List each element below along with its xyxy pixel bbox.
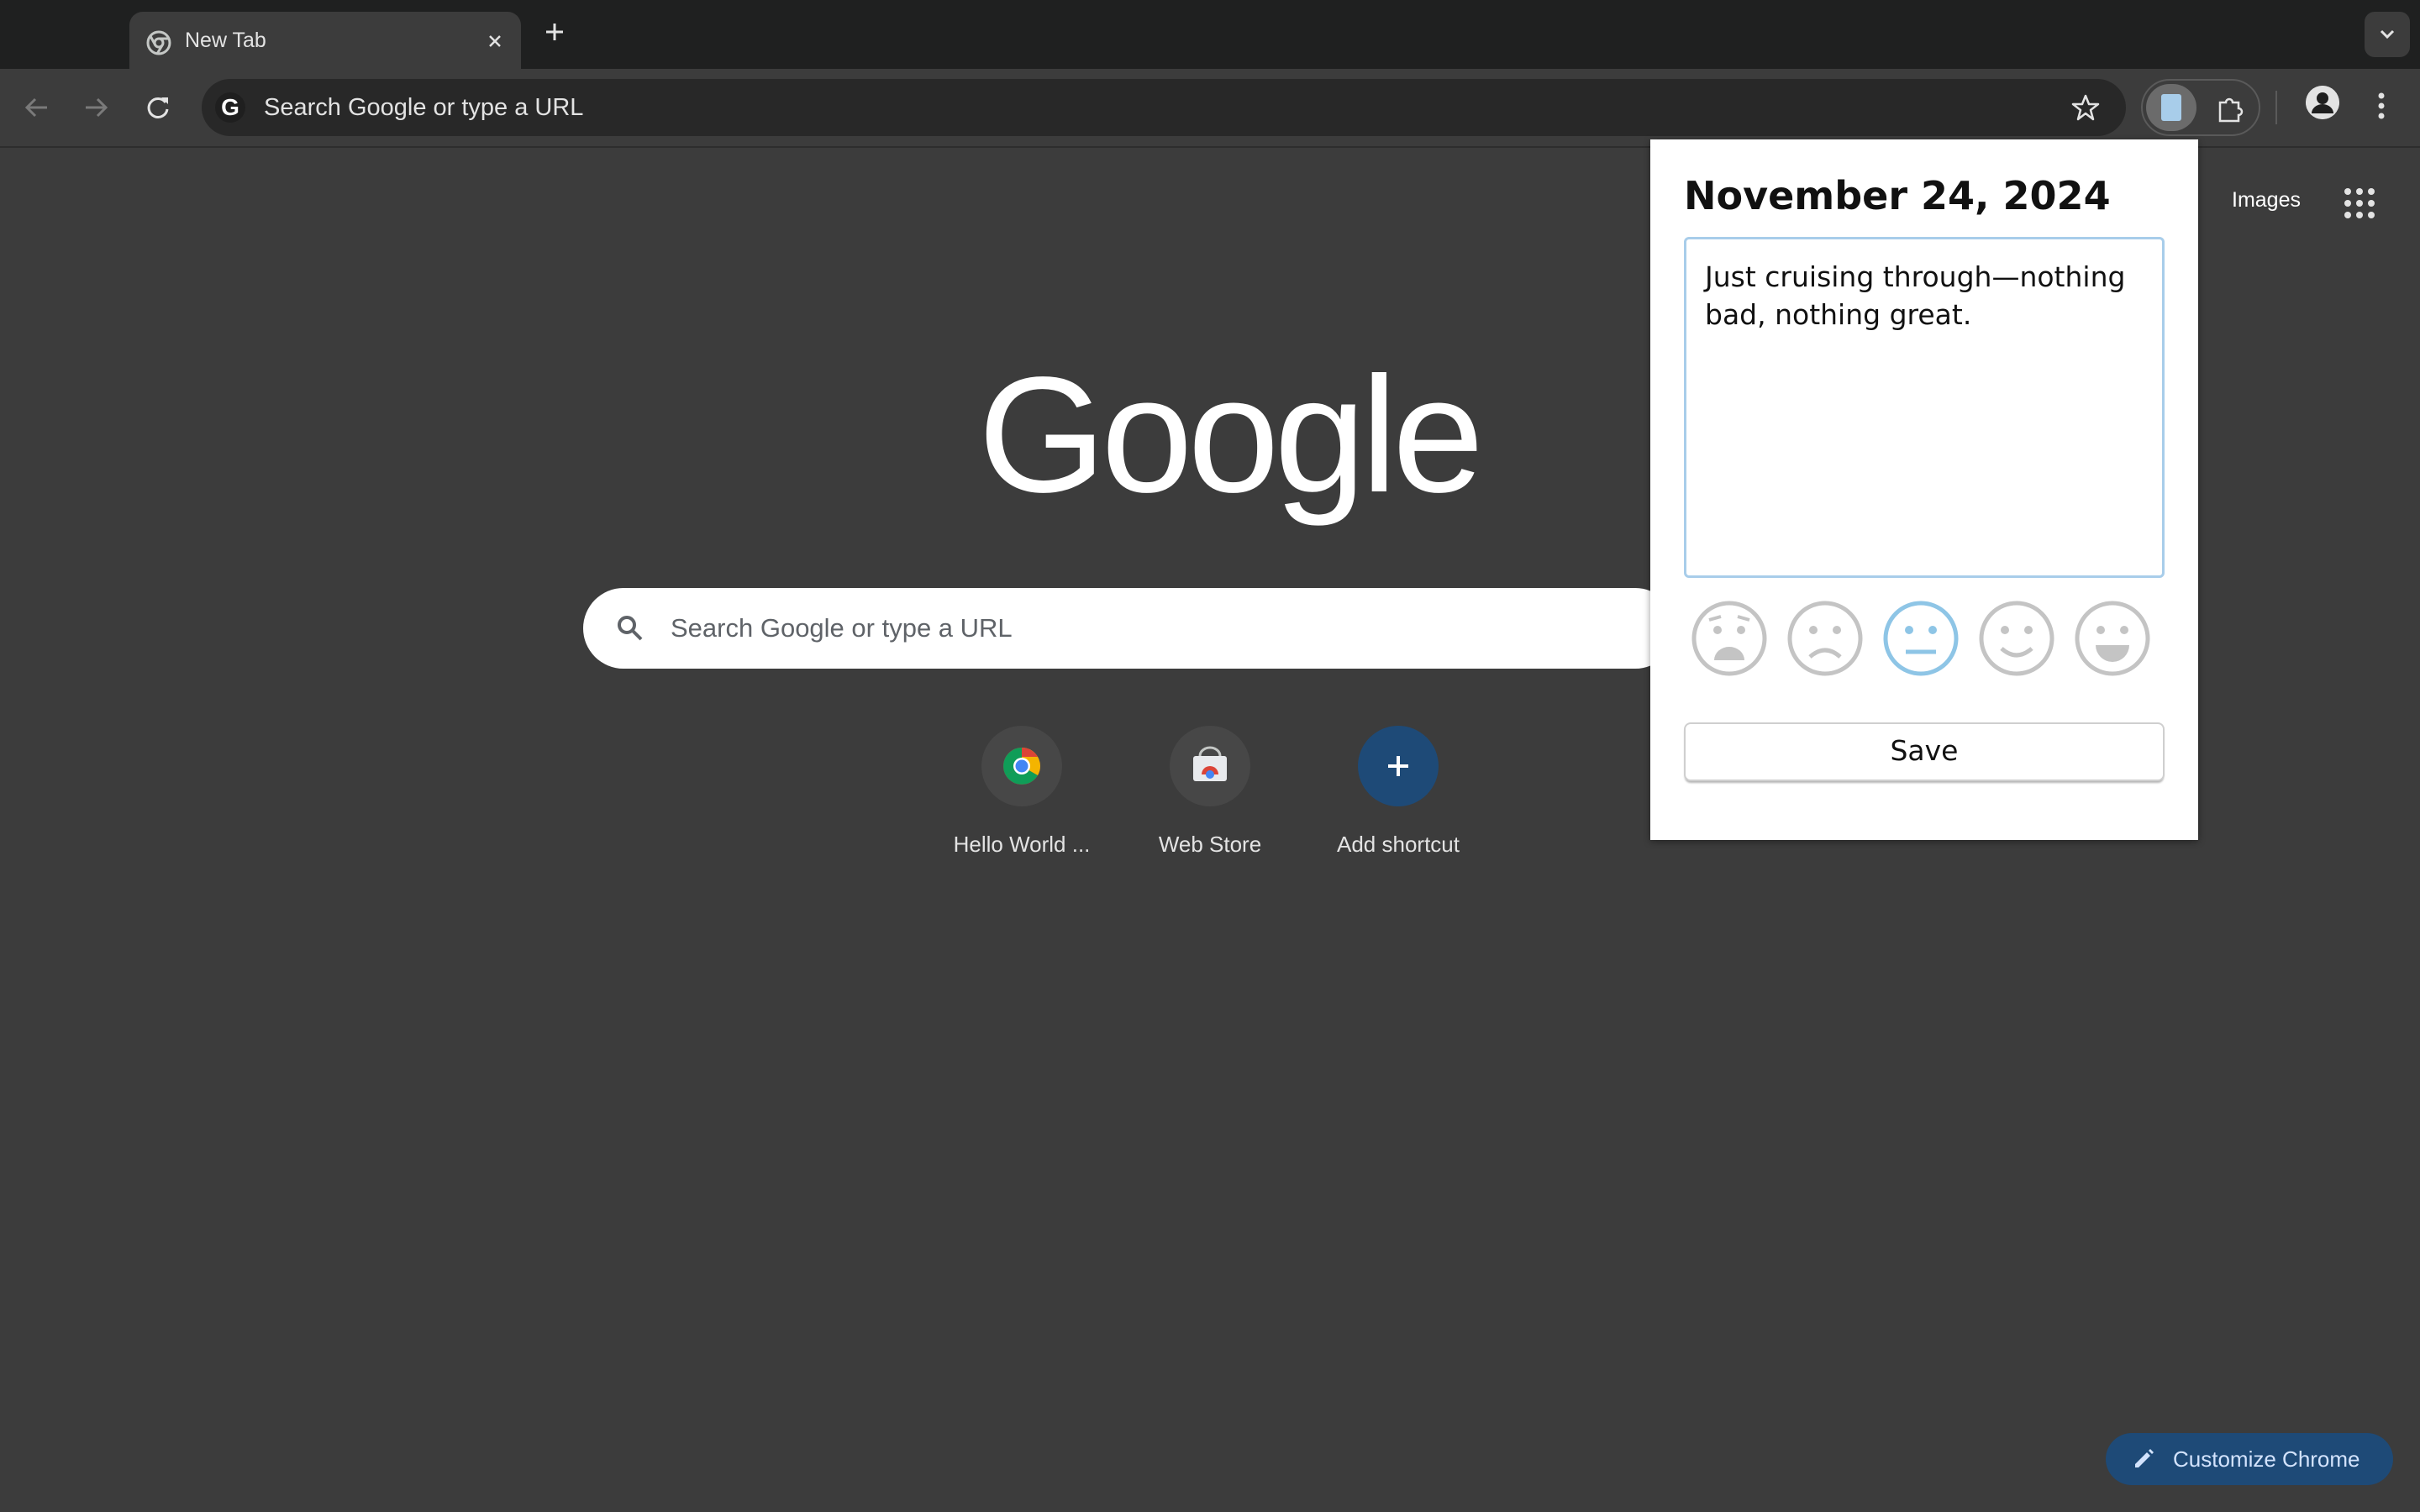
shortcut-tile — [1358, 726, 1439, 806]
chrome-icon — [146, 30, 171, 55]
smile-face-icon[interactable] — [1978, 600, 2055, 677]
images-link[interactable]: Images — [2232, 188, 2301, 213]
shortcut-label: Web Store — [1158, 832, 1262, 857]
neutral-face-icon[interactable] — [1882, 600, 1960, 677]
shortcut-web-store[interactable]: Web Store — [1126, 724, 1294, 875]
journal-extension-icon — [2161, 94, 2181, 121]
customize-label: Customize Chrome — [2173, 1446, 2360, 1472]
tab-strip: New Tab — [0, 0, 2420, 69]
back-arrow-icon[interactable] — [20, 91, 54, 124]
person-icon — [2306, 86, 2339, 119]
web-store-icon — [1193, 746, 1227, 781]
shortcut-tile — [1170, 726, 1250, 806]
omnibox[interactable]: G Search Google or type a URL — [202, 79, 2126, 136]
extensions-area — [2141, 79, 2260, 136]
mood-selector — [1684, 600, 2165, 680]
very-sad-face-icon[interactable] — [1691, 600, 1768, 677]
save-button[interactable]: Save — [1684, 722, 2165, 781]
shortcut-hello-world[interactable]: Hello World ... — [938, 724, 1106, 875]
google-g-icon: G — [215, 92, 245, 123]
add-shortcut-button[interactable]: Add shortcut — [1314, 724, 1482, 875]
browser-toolbar: G Search Google or type a URL — [0, 69, 2420, 148]
google-apps-grid-icon[interactable] — [2341, 185, 2378, 222]
tab-search-button[interactable] — [2365, 12, 2410, 57]
journal-date: November 24, 2024 — [1684, 173, 2111, 218]
toolbar-separator — [2275, 91, 2277, 124]
bookmark-star-icon[interactable] — [2070, 92, 2101, 123]
ntp-search-box[interactable]: Search Google or type a URL — [583, 588, 1676, 669]
shortcut-label: Add shortcut — [1337, 832, 1460, 857]
search-icon — [618, 616, 643, 641]
journal-extension-button[interactable] — [2146, 84, 2196, 131]
journal-entry-textarea[interactable]: Just cruising through—nothing bad, nothi… — [1684, 237, 2165, 578]
chrome-icon — [1003, 748, 1040, 785]
extensions-puzzle-icon[interactable] — [2213, 92, 2247, 126]
chevron-down-icon — [2380, 29, 2395, 39]
tab-title: New Tab — [185, 29, 266, 52]
tab-new-tab[interactable]: New Tab — [129, 12, 521, 69]
close-icon[interactable] — [482, 29, 508, 54]
google-logo: Google — [978, 343, 1484, 527]
omnibox-text: Search Google or type a URL — [264, 94, 584, 121]
reload-icon[interactable] — [141, 91, 175, 124]
more-vert-icon[interactable] — [2366, 87, 2396, 124]
plus-icon — [1388, 756, 1408, 776]
happy-face-icon[interactable] — [2074, 600, 2151, 677]
shortcut-label: Hello World ... — [953, 832, 1091, 857]
shortcut-tile — [981, 726, 1062, 806]
mood-journal-popup: November 24, 2024 Just cruising through—… — [1650, 139, 2198, 840]
profile-avatar-icon[interactable] — [2306, 86, 2339, 119]
customize-chrome-button[interactable]: Customize Chrome — [2106, 1433, 2393, 1485]
forward-arrow-icon[interactable] — [79, 91, 113, 124]
sad-face-icon[interactable] — [1786, 600, 1864, 677]
pencil-icon — [2135, 1449, 2154, 1467]
new-tab-plus-icon[interactable] — [538, 15, 571, 49]
search-placeholder: Search Google or type a URL — [671, 613, 1013, 643]
